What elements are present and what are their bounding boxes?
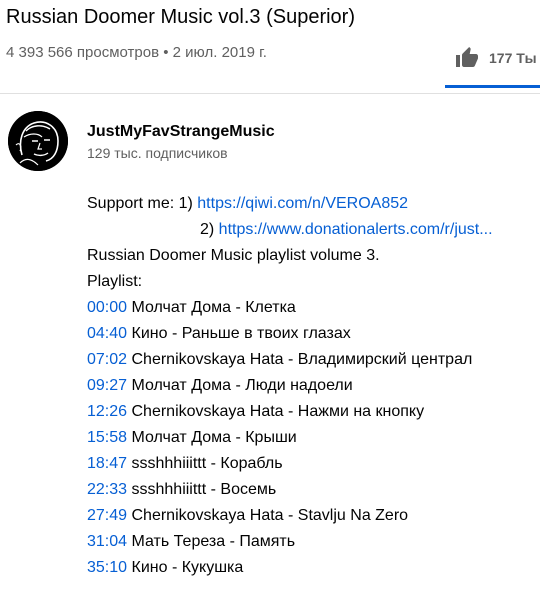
- track-item: 12:26 Chernikovskaya Hata - Нажми на кно…: [87, 399, 540, 425]
- support-prefix-1: 1): [178, 195, 198, 212]
- timestamp-link[interactable]: 18:47: [87, 455, 127, 472]
- thumbs-up-icon: [455, 46, 479, 70]
- playlist-label: Playlist:: [87, 273, 143, 290]
- track-item: 15:58 Молчат Дома - Крыши: [87, 425, 540, 451]
- track-name: Молчат Дома - Люди надоели: [131, 377, 353, 394]
- divider: [0, 93, 540, 94]
- support-label: Support me:: [87, 195, 179, 212]
- track-item: 07:02 Chernikovskaya Hata - Владимирский…: [87, 347, 540, 373]
- track-item: 04:40 Кино - Раньше в твоих глазах: [87, 321, 540, 347]
- channel-name[interactable]: JustMyFavStrangeMusic: [87, 121, 275, 143]
- like-button[interactable]: 177 Ты: [455, 44, 537, 72]
- timestamp-link[interactable]: 09:27: [87, 377, 127, 394]
- meta-separator: •: [163, 44, 169, 61]
- track-name: Кино - Кукушка: [131, 559, 244, 576]
- subscriber-count: 129 тыс. подписчиков: [87, 145, 228, 161]
- support-line-1: Support me: 1) https://qiwi.com/n/VEROA8…: [87, 191, 540, 217]
- timestamp-link[interactable]: 07:02: [87, 351, 127, 368]
- track-name: Chernikovskaya Hata - Stavlju Na Zero: [131, 507, 409, 524]
- timestamp-link[interactable]: 27:49: [87, 507, 127, 524]
- video-title: Russian Doomer Music vol.3 (Superior): [6, 6, 356, 28]
- track-name: Молчат Дома - Клетка: [131, 299, 296, 316]
- timestamp-link[interactable]: 31:04: [87, 533, 127, 550]
- timestamp-link[interactable]: 12:26: [87, 403, 127, 420]
- track-item: 00:00 Молчат Дома - Клетка: [87, 295, 540, 321]
- like-count: 177 Ты: [489, 50, 537, 66]
- track-name: Chernikovskaya Hata - Владимирский центр…: [131, 351, 473, 368]
- track-name: Chernikovskaya Hata - Нажми на кнопку: [131, 403, 425, 420]
- description-intro: Russian Doomer Music playlist volume 3.: [87, 247, 380, 264]
- track-item: 35:10 Кино - Кукушка: [87, 555, 540, 581]
- track-item: 09:27 Молчат Дома - Люди надоели: [87, 373, 540, 399]
- track-item: 22:33 ssshhhiiittt - Восемь: [87, 477, 540, 503]
- publish-date: 2 июл. 2019 г.: [172, 44, 267, 61]
- timestamp-link[interactable]: 35:10: [87, 559, 127, 576]
- track-name: ssshhhiiittt - Восемь: [131, 481, 277, 498]
- channel-avatar[interactable]: [8, 111, 68, 171]
- track-item: 31:04 Мать Тереза - Память: [87, 529, 540, 555]
- track-item: 18:47 ssshhhiiittt - Корабль: [87, 451, 540, 477]
- track-name: ssshhhiiittt - Корабль: [131, 455, 283, 472]
- like-sentiment-bar: [445, 85, 540, 88]
- timestamp-link[interactable]: 00:00: [87, 299, 127, 316]
- timestamp-link[interactable]: 04:40: [87, 325, 127, 342]
- video-description: Support me: 1) https://qiwi.com/n/VEROA8…: [87, 191, 540, 581]
- support-prefix-2: 2): [200, 221, 219, 238]
- support-link-donationalerts[interactable]: https://www.donationalerts.com/r/just...: [219, 221, 493, 238]
- video-meta: 4 393 566 просмотров • 2 июл. 2019 г.: [6, 43, 267, 63]
- track-name: Молчат Дома - Крыши: [131, 429, 297, 446]
- timestamp-link[interactable]: 22:33: [87, 481, 127, 498]
- timestamp-link[interactable]: 15:58: [87, 429, 127, 446]
- track-item: 27:49 Chernikovskaya Hata - Stavlju Na Z…: [87, 503, 540, 529]
- track-name: Кино - Раньше в твоих глазах: [131, 325, 351, 342]
- track-name: Мать Тереза - Память: [131, 533, 296, 550]
- like-section: 177 Ты: [445, 36, 540, 88]
- support-link-qiwi[interactable]: https://qiwi.com/n/VEROA852: [197, 195, 408, 212]
- support-line-2: 2) https://www.donationalerts.com/r/just…: [87, 217, 540, 243]
- view-count: 4 393 566 просмотров: [6, 44, 160, 61]
